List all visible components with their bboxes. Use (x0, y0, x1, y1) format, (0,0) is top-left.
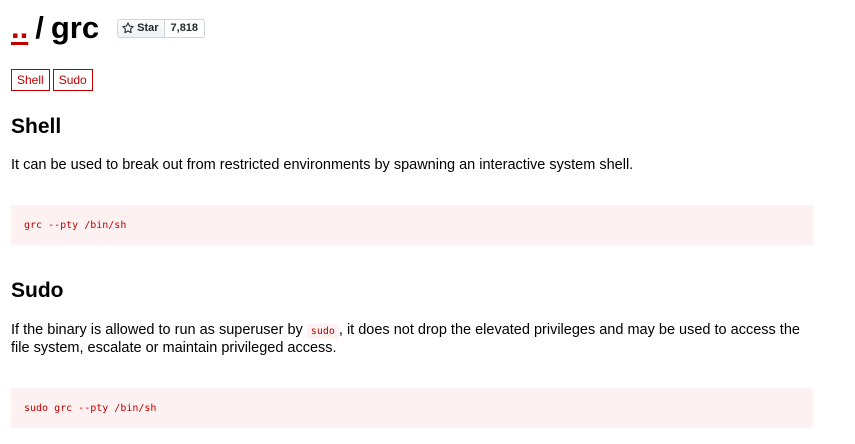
shell-description: It can be used to break out from restric… (11, 157, 634, 173)
page-title: .. / grc (11, 10, 99, 46)
title-separator: / (35, 10, 44, 45)
github-star-widget: Star 7,818 (117, 18, 206, 38)
title-row: .. / grc Star 7,818 (11, 10, 206, 46)
sudo-code-block: sudo grc --pty /bin/sh (11, 388, 813, 428)
star-button-label: Star (137, 22, 159, 34)
function-tags: Shell Sudo (11, 69, 93, 91)
shell-heading: Shell (11, 115, 62, 138)
parent-directory-link[interactable]: .. (11, 10, 28, 46)
page: .. / grc Star 7,818 Shell Sudo Shell It … (0, 0, 855, 444)
star-count[interactable]: 7,818 (164, 18, 206, 38)
tag-sudo[interactable]: Sudo (52, 69, 93, 91)
tag-shell[interactable]: Shell (11, 69, 50, 91)
sudo-inline-code: sudo (306, 324, 339, 339)
sudo-heading: Sudo (11, 279, 64, 302)
shell-code: grc --pty /bin/sh (24, 219, 127, 231)
sudo-description-start: If the binary is allowed to run as super… (11, 322, 307, 338)
sudo-description: If the binary is allowed to run as super… (11, 322, 821, 357)
star-icon (122, 22, 134, 34)
binary-name: grc (50, 10, 100, 45)
star-button[interactable]: Star (117, 18, 165, 38)
sudo-code: sudo grc --pty /bin/sh (24, 402, 157, 414)
shell-code-block: grc --pty /bin/sh (11, 205, 813, 245)
